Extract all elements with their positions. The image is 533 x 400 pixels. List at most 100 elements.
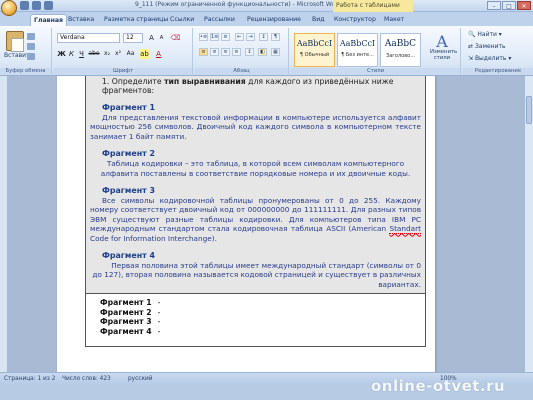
- borders-icon[interactable]: ▦: [271, 48, 280, 56]
- style-no-spacing[interactable]: AaBbCcI ¶ Без инте...: [337, 33, 378, 67]
- paste-icon[interactable]: [6, 31, 24, 52]
- tab-home[interactable]: Главная: [30, 14, 67, 26]
- answer-label: Фрагмент 3: [100, 317, 152, 327]
- font-color-icon[interactable]: A: [154, 49, 163, 59]
- align-center-icon[interactable]: ≡: [210, 48, 219, 56]
- window-controls: – □ ✕: [487, 1, 531, 10]
- tab-layout[interactable]: Макет: [384, 14, 404, 26]
- editing-group-label: Редактирование: [463, 68, 533, 75]
- style-normal[interactable]: AaBbCcI ¶ Обычный: [294, 33, 335, 67]
- tab-design[interactable]: Конструктор: [334, 14, 376, 26]
- italic-icon[interactable]: К: [67, 49, 76, 59]
- fragment-text: Для представления текстовой информации в…: [90, 113, 421, 141]
- paragraph-group-label: Абзац: [195, 68, 288, 75]
- multilevel-list-icon[interactable]: ≡: [221, 33, 230, 41]
- grow-font-icon[interactable]: A: [147, 33, 156, 43]
- scrollbar-thumb[interactable]: [526, 96, 532, 124]
- save-icon[interactable]: [20, 1, 29, 10]
- shading-icon[interactable]: ◧: [258, 48, 267, 56]
- style-name: Заголово...: [386, 53, 415, 59]
- vertical-ruler: [0, 76, 8, 372]
- find-button[interactable]: 🔍 Найти ▾: [468, 31, 502, 38]
- bullets-icon[interactable]: •≡: [199, 33, 208, 41]
- font-group-label: Шрифт: [54, 68, 192, 75]
- fragment-3: Фрагмент 3 Все символы кодировочной табл…: [90, 186, 421, 243]
- select-button[interactable]: ⇲ Выделить ▾: [468, 55, 511, 62]
- fragment-title: Фрагмент 2: [102, 149, 155, 159]
- vertical-scrollbar[interactable]: [524, 76, 533, 372]
- clipboard-group: Вставить Буфер обмена: [0, 28, 52, 75]
- fragment-text: Все символы кодировочной таблицы пронуме…: [90, 196, 421, 243]
- fragment-title: Фрагмент 1: [102, 103, 155, 112]
- change-styles-button[interactable]: A Изменить стили: [430, 32, 458, 67]
- font-name-select[interactable]: Verdana: [57, 33, 120, 43]
- close-button[interactable]: ✕: [517, 1, 531, 10]
- decrease-indent-icon[interactable]: ⇤: [235, 33, 244, 41]
- replace-button[interactable]: ⇄ Заменить: [468, 43, 506, 50]
- answer-row: Фрагмент 4-: [92, 327, 419, 337]
- clear-format-icon[interactable]: ⌫: [170, 33, 181, 43]
- task-number: 1. Определите: [102, 77, 162, 86]
- fragment-title: Фрагмент 4: [102, 251, 155, 261]
- replace-label: Заменить: [474, 43, 506, 50]
- styles-group: AaBbCcI ¶ Обычный AaBbCcI ¶ Без инте... …: [291, 28, 461, 75]
- fragment-title: Фрагмент 3: [102, 186, 155, 196]
- show-marks-icon[interactable]: ¶: [271, 33, 280, 41]
- tab-view[interactable]: Вид: [312, 14, 325, 26]
- context-tab-table-tools: Работа с таблицами: [333, 0, 413, 12]
- change-styles-label: Изменить стили: [430, 49, 458, 61]
- tab-references[interactable]: Ссылки: [170, 14, 194, 26]
- style-sample: AaBbC: [384, 39, 417, 49]
- answer-value: -: [157, 307, 161, 317]
- task-table: 1. Определите тип выравнивания для каждо…: [85, 76, 426, 348]
- answer-value: -: [157, 326, 161, 336]
- minimize-button[interactable]: –: [487, 1, 501, 10]
- fragment-text: Таблица кодировки – это таблица, в котор…: [100, 159, 411, 178]
- fragments-cell[interactable]: 1. Определите тип выравнивания для каждо…: [86, 76, 425, 295]
- spelling-error-word: Standart: [389, 224, 421, 235]
- fragment-4: Фрагмент 4 Первая половина этой таблицы …: [90, 251, 421, 289]
- underline-icon[interactable]: Ч: [77, 49, 86, 59]
- align-right-icon[interactable]: ≡: [221, 48, 230, 56]
- change-case-icon[interactable]: Aa: [125, 49, 136, 59]
- task-bold: тип выравнивания: [164, 77, 246, 86]
- answer-row: Фрагмент 1-: [92, 298, 419, 308]
- font-size-select[interactable]: 12: [123, 33, 143, 43]
- tab-mailings[interactable]: Рассылки: [204, 14, 235, 26]
- format-painter-icon[interactable]: [27, 53, 35, 60]
- undo-icon[interactable]: [32, 1, 41, 10]
- maximize-button[interactable]: □: [502, 1, 516, 10]
- superscript-icon[interactable]: x²: [113, 49, 123, 59]
- fragment-2: Фрагмент 2 Таблица кодировки – это табли…: [90, 149, 421, 178]
- highlight-color-icon[interactable]: ab: [140, 49, 149, 59]
- office-button[interactable]: [1, 0, 17, 16]
- answers-cell[interactable]: Фрагмент 1- Фрагмент 2- Фрагмент 3- Фраг…: [86, 294, 425, 347]
- style-heading[interactable]: AaBbC Заголово...: [380, 33, 421, 67]
- tab-page-layout[interactable]: Разметка страницы: [104, 14, 168, 26]
- justify-icon[interactable]: ≡: [232, 48, 241, 56]
- bold-icon[interactable]: Ж: [57, 49, 66, 59]
- subscript-icon[interactable]: x₂: [102, 49, 112, 59]
- copy-icon[interactable]: [27, 43, 35, 50]
- tab-insert[interactable]: Вставка: [68, 14, 94, 26]
- line-spacing-icon[interactable]: ↕: [245, 48, 254, 56]
- align-left-icon[interactable]: ≡: [199, 48, 208, 56]
- answer-label: Фрагмент 2: [100, 307, 152, 317]
- site-watermark: online-otvet.ru: [371, 377, 506, 395]
- fragment-text-part: Все символы кодировочной таблицы пронуме…: [90, 196, 421, 234]
- ribbon-home: Вставить Буфер обмена Verdana 12 A A ⌫ Ж…: [0, 26, 533, 76]
- cut-icon[interactable]: [27, 33, 35, 40]
- strikethrough-icon[interactable]: abe: [88, 49, 100, 59]
- increase-indent-icon[interactable]: ⇥: [246, 33, 255, 41]
- title-bar: 9_111 (Режим ограниченной функциональнос…: [0, 0, 533, 16]
- tab-review[interactable]: Рецензирование: [247, 14, 301, 26]
- quick-access-toolbar: [20, 1, 53, 10]
- redo-icon[interactable]: [44, 1, 53, 10]
- sort-icon[interactable]: ↕: [259, 33, 268, 41]
- font-group: Verdana 12 A A ⌫ Ж К Ч abe x₂ x² Aa ab A…: [54, 28, 193, 75]
- answer-label: Фрагмент 1: [100, 298, 152, 308]
- find-label: Найти: [477, 31, 497, 38]
- document-page[interactable]: 1. Определите тип выравнивания для каждо…: [57, 76, 435, 372]
- shrink-font-icon[interactable]: A: [157, 33, 166, 43]
- numbering-icon[interactable]: 1≡: [210, 33, 219, 41]
